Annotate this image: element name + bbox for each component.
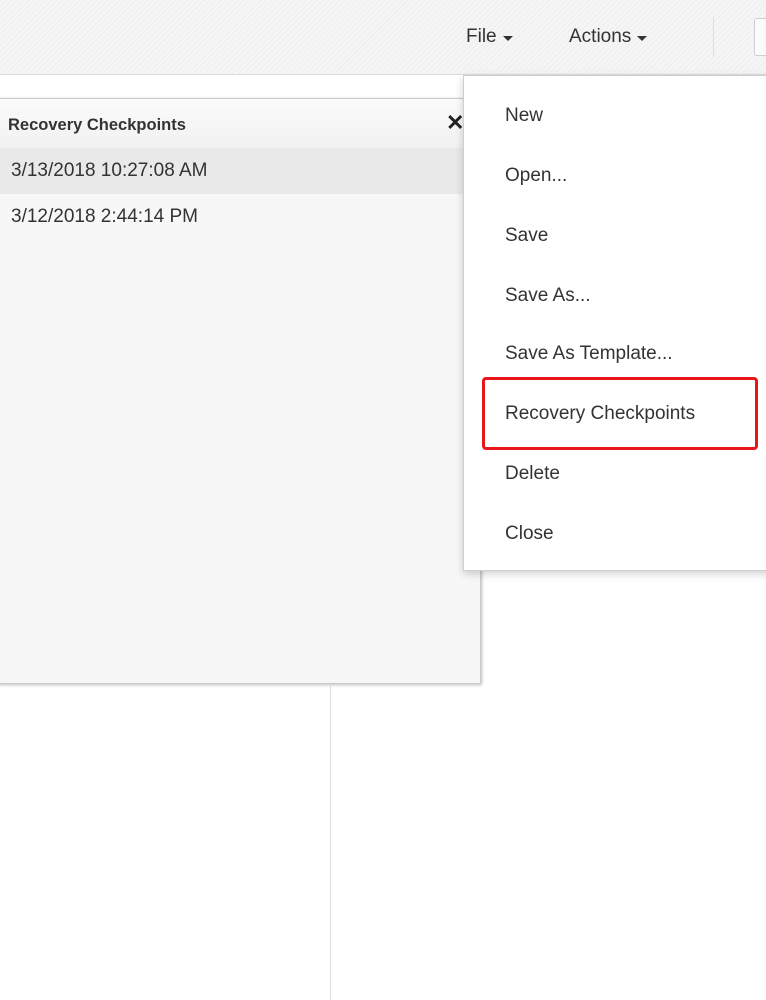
toolbar-button[interactable] bbox=[754, 18, 766, 56]
toolbar: File Actions bbox=[0, 0, 766, 75]
menu-item-new[interactable]: New bbox=[505, 105, 543, 127]
close-icon[interactable]: ✕ bbox=[446, 110, 464, 136]
actions-menu-button[interactable]: Actions bbox=[569, 26, 648, 48]
caret-down-icon bbox=[637, 35, 648, 41]
toolbar-separator bbox=[713, 17, 714, 57]
recovery-checkpoints-panel: Recovery Checkpoints ✕ 3/13/2018 10:27:0… bbox=[0, 98, 481, 684]
checkpoint-list: 3/13/2018 10:27:08 AM 3/12/2018 2:44:14 … bbox=[0, 148, 480, 240]
caret-down-icon bbox=[502, 35, 513, 41]
panel-title: Recovery Checkpoints bbox=[8, 116, 186, 134]
file-menu-button[interactable]: File bbox=[466, 26, 513, 48]
menu-item-recovery-checkpoints[interactable]: Recovery Checkpoints bbox=[505, 403, 695, 425]
menu-item-save-as-template[interactable]: Save As Template... bbox=[505, 343, 673, 365]
file-menu-label: File bbox=[466, 26, 497, 47]
file-dropdown-menu: New Open... Save Save As... Save As Temp… bbox=[463, 75, 766, 571]
checkpoint-item[interactable]: 3/12/2018 2:44:14 PM bbox=[0, 194, 480, 240]
panel-header: Recovery Checkpoints ✕ bbox=[0, 99, 480, 149]
menu-item-delete[interactable]: Delete bbox=[505, 463, 560, 485]
actions-menu-label: Actions bbox=[569, 26, 632, 47]
checkpoint-item[interactable]: 3/13/2018 10:27:08 AM bbox=[0, 148, 480, 194]
menu-item-close[interactable]: Close bbox=[505, 523, 554, 545]
menu-item-save[interactable]: Save bbox=[505, 225, 548, 247]
content-divider bbox=[330, 686, 331, 1000]
menu-item-save-as[interactable]: Save As... bbox=[505, 285, 591, 307]
menu-item-open[interactable]: Open... bbox=[505, 165, 567, 187]
